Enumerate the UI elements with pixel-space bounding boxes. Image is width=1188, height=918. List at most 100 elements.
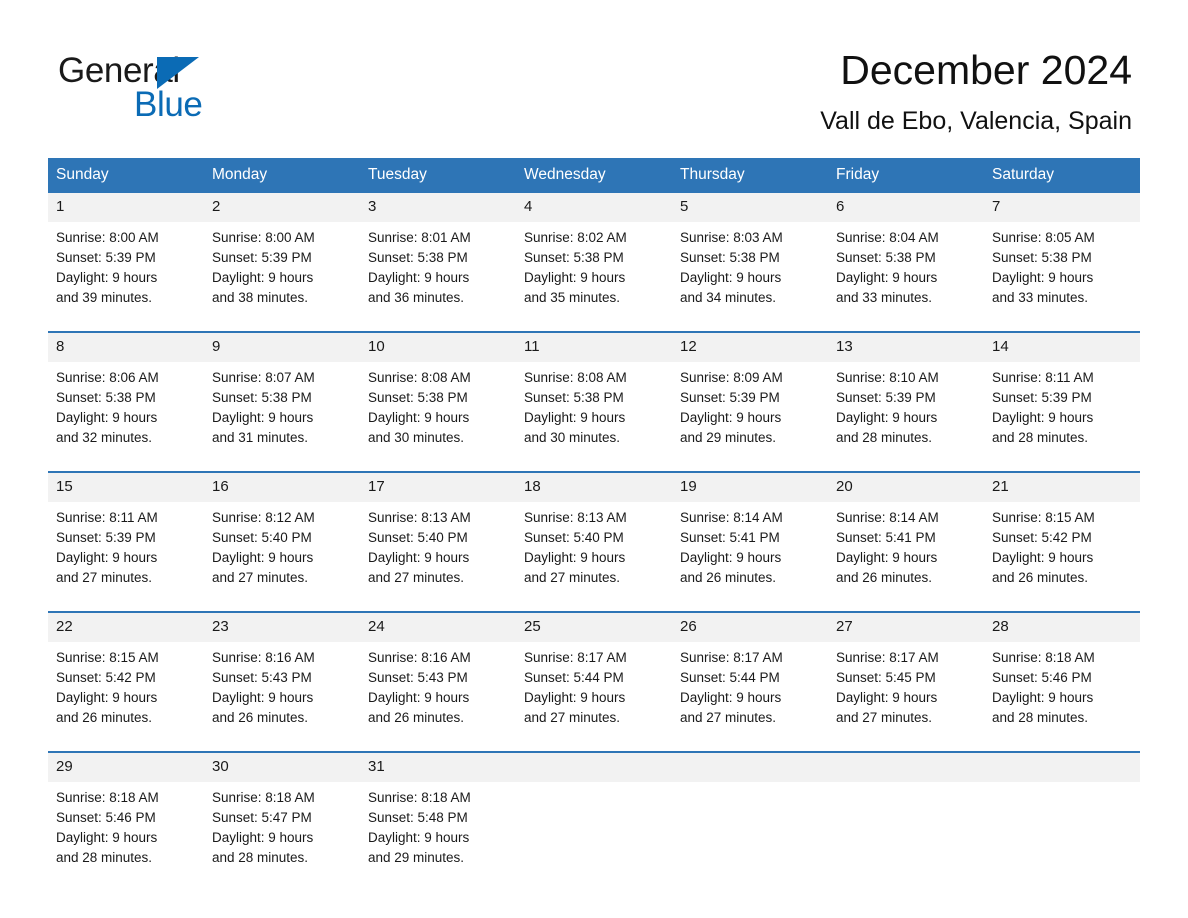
daylight-text-line1: Daylight: 9 hours xyxy=(56,270,158,285)
sunrise-text: Sunrise: 8:13 AM xyxy=(368,510,471,525)
daylight-text-line2: and 27 minutes. xyxy=(680,710,777,725)
day-cell[interactable]: 11 Sunrise: 8:08 AM Sunset: 5:38 PM Dayligh… xyxy=(516,333,672,458)
day-cell[interactable]: 31 Sunrise: 8:18 AM Sunset: 5:48 PM Dayligh… xyxy=(360,753,516,878)
day-details: Sunrise: 8:18 AM Sunset: 5:48 PM Daylight:… xyxy=(360,782,516,878)
daylight-text-line2: and 26 minutes. xyxy=(680,570,777,585)
sunrise-text: Sunrise: 8:13 AM xyxy=(524,510,627,525)
day-number: 4 xyxy=(516,193,672,222)
day-cell[interactable]: 18 Sunrise: 8:13 AM Sunset: 5:40 PM Dayligh… xyxy=(516,473,672,598)
day-cell[interactable]: 9 Sunrise: 8:07 AM Sunset: 5:38 PM Daylight… xyxy=(204,333,360,458)
day-number: 9 xyxy=(204,333,360,362)
day-cell[interactable]: 23 Sunrise: 8:16 AM Sunset: 5:43 PM Dayligh… xyxy=(204,613,360,738)
sunset-text: Sunset: 5:38 PM xyxy=(212,390,312,405)
day-details: Sunrise: 8:00 AM Sunset: 5:39 PM Daylight:… xyxy=(204,222,360,318)
day-cell[interactable]: 10 Sunrise: 8:08 AM Sunset: 5:38 PM Dayligh… xyxy=(360,333,516,458)
day-cell[interactable]: 27 Sunrise: 8:17 AM Sunset: 5:45 PM Dayligh… xyxy=(828,613,984,738)
day-details: Sunrise: 8:02 AM Sunset: 5:38 PM Daylight:… xyxy=(516,222,672,318)
logo-text-blue: Blue xyxy=(134,85,203,124)
day-cell[interactable]: 3 Sunrise: 8:01 AM Sunset: 5:38 PM Daylight… xyxy=(360,193,516,318)
day-details: Sunrise: 8:03 AM Sunset: 5:38 PM Daylight:… xyxy=(672,222,828,318)
weekday-header-row: Sunday Monday Tuesday Wednesday Thursday Frid… xyxy=(48,158,1140,193)
daylight-text-line2: and 30 minutes. xyxy=(368,430,465,445)
sunset-text: Sunset: 5:38 PM xyxy=(992,250,1092,265)
day-cell[interactable]: 2 Sunrise: 8:00 AM Sunset: 5:39 PM Daylight… xyxy=(204,193,360,318)
day-cell[interactable]: 28 Sunrise: 8:18 AM Sunset: 5:46 PM Dayligh… xyxy=(984,613,1140,738)
sunset-text: Sunset: 5:40 PM xyxy=(212,530,312,545)
weekday-header-monday: Monday xyxy=(212,166,268,183)
weekday-header-sunday: Sunday xyxy=(56,166,109,183)
sunrise-text: Sunrise: 8:02 AM xyxy=(524,230,627,245)
day-cell[interactable]: 5 Sunrise: 8:03 AM Sunset: 5:38 PM Daylight… xyxy=(672,193,828,318)
sunrise-text: Sunrise: 8:09 AM xyxy=(680,370,783,385)
day-cell[interactable]: 17 Sunrise: 8:13 AM Sunset: 5:40 PM Dayligh… xyxy=(360,473,516,598)
general-blue-logo[interactable]: General Blue xyxy=(56,44,316,124)
day-cell[interactable]: 25 Sunrise: 8:17 AM Sunset: 5:44 PM Dayligh… xyxy=(516,613,672,738)
daylight-text-line2: and 28 minutes. xyxy=(212,850,309,865)
day-cell[interactable]: 26 Sunrise: 8:17 AM Sunset: 5:44 PM Dayligh… xyxy=(672,613,828,738)
daylight-text-line2: and 36 minutes. xyxy=(368,290,465,305)
daylight-text-line2: and 31 minutes. xyxy=(212,430,309,445)
sunrise-text: Sunrise: 8:04 AM xyxy=(836,230,939,245)
daylight-text-line1: Daylight: 9 hours xyxy=(524,410,626,425)
day-details xyxy=(672,782,828,878)
calendar-week-row: 1 Sunrise: 8:00 AM Sunset: 5:39 PM Daylight… xyxy=(48,193,1140,318)
sunset-text: Sunset: 5:44 PM xyxy=(524,670,624,685)
sunset-text: Sunset: 5:44 PM xyxy=(680,670,780,685)
day-number: 21 xyxy=(984,473,1140,502)
daylight-text-line2: and 27 minutes. xyxy=(836,710,933,725)
day-cell-empty xyxy=(672,753,828,878)
sunrise-text: Sunrise: 8:14 AM xyxy=(836,510,939,525)
day-cell[interactable]: 7 Sunrise: 8:05 AM Sunset: 5:38 PM Daylight… xyxy=(984,193,1140,318)
day-cell[interactable]: 8 Sunrise: 8:06 AM Sunset: 5:38 PM Daylight… xyxy=(48,333,204,458)
day-details: Sunrise: 8:09 AM Sunset: 5:39 PM Daylight:… xyxy=(672,362,828,458)
sunrise-text: Sunrise: 8:18 AM xyxy=(368,790,471,805)
day-cell[interactable]: 13 Sunrise: 8:10 AM Sunset: 5:39 PM Dayligh… xyxy=(828,333,984,458)
sunrise-text: Sunrise: 8:14 AM xyxy=(680,510,783,525)
sunset-text: Sunset: 5:46 PM xyxy=(56,810,156,825)
day-cell[interactable]: 29 Sunrise: 8:18 AM Sunset: 5:46 PM Dayligh… xyxy=(48,753,204,878)
day-details xyxy=(984,782,1140,878)
sunrise-text: Sunrise: 8:00 AM xyxy=(56,230,159,245)
day-cell[interactable]: 6 Sunrise: 8:04 AM Sunset: 5:38 PM Daylight… xyxy=(828,193,984,318)
day-cell[interactable]: 1 Sunrise: 8:00 AM Sunset: 5:39 PM Daylight… xyxy=(48,193,204,318)
day-details: Sunrise: 8:08 AM Sunset: 5:38 PM Daylight:… xyxy=(360,362,516,458)
day-number xyxy=(828,753,984,782)
day-cell[interactable]: 4 Sunrise: 8:02 AM Sunset: 5:38 PM Daylight… xyxy=(516,193,672,318)
day-cell[interactable]: 30 Sunrise: 8:18 AM Sunset: 5:47 PM Dayligh… xyxy=(204,753,360,878)
day-cell[interactable]: 19 Sunrise: 8:14 AM Sunset: 5:41 PM Dayligh… xyxy=(672,473,828,598)
day-cell[interactable]: 22 Sunrise: 8:15 AM Sunset: 5:42 PM Dayligh… xyxy=(48,613,204,738)
sunrise-text: Sunrise: 8:08 AM xyxy=(524,370,627,385)
day-cell[interactable]: 21 Sunrise: 8:15 AM Sunset: 5:42 PM Dayligh… xyxy=(984,473,1140,598)
sunrise-text: Sunrise: 8:00 AM xyxy=(212,230,315,245)
sunrise-text: Sunrise: 8:10 AM xyxy=(836,370,939,385)
day-number: 28 xyxy=(984,613,1140,642)
sunset-text: Sunset: 5:47 PM xyxy=(212,810,312,825)
calendar-week-row: 15 Sunrise: 8:11 AM Sunset: 5:39 PM Dayligh… xyxy=(48,471,1140,598)
daylight-text-line2: and 38 minutes. xyxy=(212,290,309,305)
location-subtitle: Vall de Ebo, Valencia, Spain xyxy=(820,107,1132,135)
daylight-text-line1: Daylight: 9 hours xyxy=(680,270,782,285)
day-number: 23 xyxy=(204,613,360,642)
day-cell[interactable]: 16 Sunrise: 8:12 AM Sunset: 5:40 PM Dayligh… xyxy=(204,473,360,598)
sunrise-text: Sunrise: 8:17 AM xyxy=(836,650,939,665)
day-number: 12 xyxy=(672,333,828,362)
daylight-text-line1: Daylight: 9 hours xyxy=(524,270,626,285)
day-details: Sunrise: 8:10 AM Sunset: 5:39 PM Daylight:… xyxy=(828,362,984,458)
day-cell[interactable]: 12 Sunrise: 8:09 AM Sunset: 5:39 PM Dayligh… xyxy=(672,333,828,458)
day-details: Sunrise: 8:15 AM Sunset: 5:42 PM Daylight:… xyxy=(984,502,1140,598)
day-cell[interactable]: 24 Sunrise: 8:16 AM Sunset: 5:43 PM Dayligh… xyxy=(360,613,516,738)
day-details xyxy=(516,782,672,878)
day-number: 24 xyxy=(360,613,516,642)
daylight-text-line1: Daylight: 9 hours xyxy=(212,410,314,425)
day-cell[interactable]: 20 Sunrise: 8:14 AM Sunset: 5:41 PM Dayligh… xyxy=(828,473,984,598)
sunset-text: Sunset: 5:43 PM xyxy=(368,670,468,685)
day-cell[interactable]: 14 Sunrise: 8:11 AM Sunset: 5:39 PM Dayligh… xyxy=(984,333,1140,458)
day-details: Sunrise: 8:06 AM Sunset: 5:38 PM Daylight:… xyxy=(48,362,204,458)
daylight-text-line1: Daylight: 9 hours xyxy=(368,550,470,565)
day-cell[interactable]: 15 Sunrise: 8:11 AM Sunset: 5:39 PM Dayligh… xyxy=(48,473,204,598)
sunset-text: Sunset: 5:41 PM xyxy=(680,530,780,545)
day-details: Sunrise: 8:05 AM Sunset: 5:38 PM Daylight:… xyxy=(984,222,1140,318)
day-number xyxy=(672,753,828,782)
day-number: 26 xyxy=(672,613,828,642)
daylight-text-line1: Daylight: 9 hours xyxy=(836,550,938,565)
